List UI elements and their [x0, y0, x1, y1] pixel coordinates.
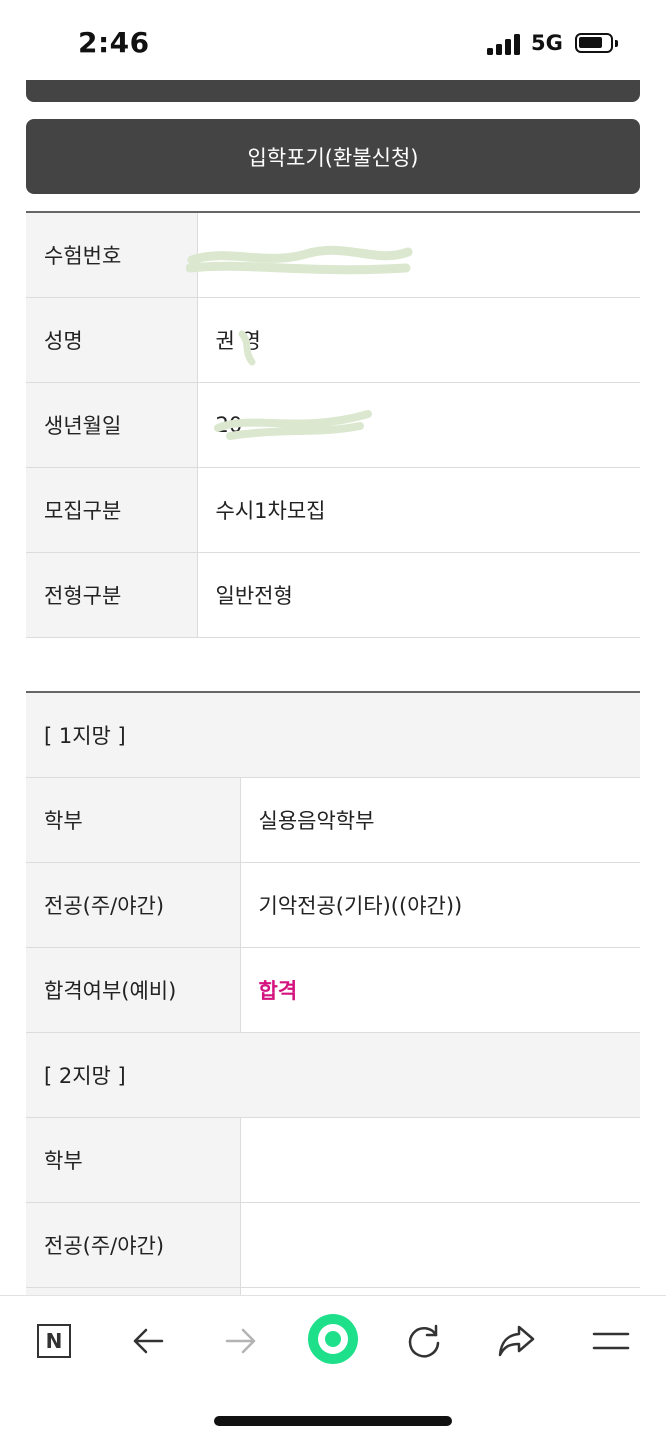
status-time: 2:46 [78, 26, 150, 59]
applicant-info-table: 수험번호 성명 권 영 생년월일 20 모집구분 수시1차모집 전형구분 일반전… [26, 211, 640, 638]
table-row [26, 1287, 640, 1295]
table-row: 전공(주/야간) 기악전공(기타)((야간)) [26, 862, 640, 948]
home-circle-icon[interactable] [305, 1311, 361, 1367]
table-row: 모집구분 수시1차모집 [26, 467, 640, 553]
row-label: 모집구분 [26, 467, 198, 553]
section-row: [ 1지망 ] [26, 692, 640, 778]
row-label: 전공(주/야간) [26, 862, 241, 948]
refresh-icon[interactable] [397, 1314, 451, 1368]
row-value: 권 영 [197, 297, 640, 383]
page-content: 입학포기(환불신청) 수험번호 성명 권 영 생년월일 20 모집구분 수시1차… [0, 80, 666, 1295]
table-row: 학부 [26, 1117, 640, 1203]
row-label: 합격여부(예비) [26, 947, 241, 1033]
status-bar: 2:46 5G [0, 0, 666, 80]
share-icon[interactable] [490, 1314, 544, 1368]
table-row: 수험번호 [26, 212, 640, 298]
row-value: 수시1차모집 [197, 467, 640, 553]
row-value: 20 [197, 382, 640, 468]
network-type: 5G [531, 31, 563, 55]
row-label: 학부 [26, 1117, 241, 1203]
naver-n-icon[interactable]: N [27, 1314, 81, 1368]
row-label: 생년월일 [26, 382, 198, 468]
battery-icon [575, 33, 618, 53]
pass-status: 합격 [240, 947, 640, 1033]
row-label [26, 1287, 241, 1295]
table-row: 합격여부(예비) 합격 [26, 947, 640, 1033]
table-row: 성명 권 영 [26, 297, 640, 383]
row-label: 전공(주/야간) [26, 1202, 241, 1288]
forward-arrow-icon[interactable] [214, 1314, 268, 1368]
previous-button-edge[interactable] [26, 80, 640, 102]
row-label: 성명 [26, 297, 198, 383]
menu-icon[interactable] [584, 1314, 638, 1368]
choice-table: [ 1지망 ] 학부 실용음악학부 전공(주/야간) 기악전공(기타)((야간)… [26, 691, 640, 1295]
row-value [240, 1287, 640, 1295]
back-arrow-icon[interactable] [121, 1314, 175, 1368]
choice1-title: [ 1지망 ] [26, 692, 640, 778]
table-row: 생년월일 20 [26, 382, 640, 468]
row-label: 학부 [26, 777, 241, 863]
row-value: 기악전공(기타)((야간)) [240, 862, 640, 948]
signal-icon [487, 33, 521, 55]
row-value: 실용음악학부 [240, 777, 640, 863]
section-row: [ 2지망 ] [26, 1032, 640, 1118]
choice2-title: [ 2지망 ] [26, 1032, 640, 1118]
row-label: 수험번호 [26, 212, 198, 298]
row-value [197, 212, 640, 298]
table-row: 전형구분 일반전형 [26, 552, 640, 638]
row-value [240, 1117, 640, 1203]
table-row: 학부 실용음악학부 [26, 777, 640, 863]
row-value: 일반전형 [197, 552, 640, 638]
row-label: 전형구분 [26, 552, 198, 638]
table-row: 전공(주/야간) [26, 1202, 640, 1288]
home-indicator [214, 1416, 452, 1426]
row-value [240, 1202, 640, 1288]
refund-button[interactable]: 입학포기(환불신청) [26, 119, 640, 194]
